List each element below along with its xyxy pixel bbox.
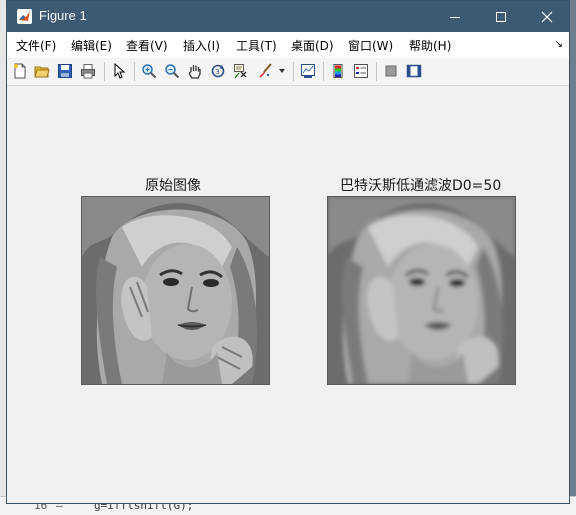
filtered-image[interactable] [327,196,516,385]
menu-insert[interactable]: 插入(I) [183,37,220,54]
close-button[interactable] [524,1,570,32]
data-cursor-button[interactable] [232,62,250,80]
svg-text:3: 3 [215,68,219,76]
link-plot-icon [301,64,315,78]
show-plot-tools-button[interactable] [405,62,423,80]
dock-figure-button[interactable]: ↘ [555,39,563,50]
hide-plot-tools-button[interactable] [382,62,400,80]
window-title: Figure 1 [39,8,87,23]
menu-tools[interactable]: 工具(T) [236,37,277,54]
open-file-button[interactable] [33,62,51,80]
menu-window[interactable]: 窗口(W) [348,37,393,54]
save-button[interactable] [56,62,74,80]
edit-plot-button[interactable] [110,62,128,80]
brush-icon [259,63,272,78]
axes-title-original: 原始图像 [145,178,201,194]
brush-dropdown-button[interactable] [277,62,287,80]
axes-title-filtered: 巴特沃斯低通滤波D0=50 [340,178,502,194]
brush-button[interactable] [256,62,274,80]
menu-edit[interactable]: 编辑(E) [71,37,112,54]
print-button[interactable] [79,62,97,80]
new-figure-button[interactable] [11,62,29,80]
original-image[interactable] [81,196,270,385]
minimize-icon [450,16,460,18]
toolbar-separator [323,62,324,81]
pan-hand-icon [188,65,201,79]
maximize-button[interactable] [478,1,524,32]
save-icon [58,64,72,78]
colorbar-icon [333,64,343,78]
rotate-3d-button[interactable]: 3 [209,62,227,80]
print-icon [81,64,95,79]
open-folder-icon [34,66,50,78]
chevron-down-icon [279,69,285,73]
figure-toolbar: 3 [7,58,569,86]
insert-legend-button[interactable] [352,62,370,80]
pointer-icon [114,63,126,79]
toolbar-separator [104,62,105,81]
insert-colorbar-button[interactable] [329,62,347,80]
toolbar-separator [134,62,135,81]
toolbar-separator [376,62,377,81]
figure-window: Figure 1 文件(F) 编辑(E) 查看(V) 插入(I) 工具(T) 桌… [6,0,570,504]
portrait-image-filtered [328,197,515,384]
portrait-image-original [82,197,269,384]
maximize-icon [496,11,506,22]
minimize-button[interactable] [432,1,478,32]
link-plot-button[interactable] [299,62,317,80]
zoom-out-button[interactable] [163,62,181,80]
hide-plot-tools-icon [385,65,397,77]
show-plot-tools-icon [406,64,422,78]
toolbar-separator [293,62,294,81]
zoom-out-icon [165,64,180,79]
close-icon [541,11,553,22]
zoom-in-button[interactable] [140,62,158,80]
data-cursor-icon [234,64,247,79]
title-bar[interactable]: Figure 1 [7,1,569,32]
figure-canvas[interactable]: 原始图像 巴特沃斯低通滤波D0=50 [7,86,569,503]
pan-button[interactable] [186,62,204,80]
menu-file[interactable]: 文件(F) [16,37,56,54]
menu-bar: 文件(F) 编辑(E) 查看(V) 插入(I) 工具(T) 桌面(D) 窗口(W… [7,32,569,59]
rotate-3d-icon: 3 [211,64,225,78]
new-file-icon [14,63,26,79]
zoom-in-icon [142,64,157,79]
menu-view[interactable]: 查看(V) [126,37,168,54]
matlab-app-icon [17,9,32,24]
menu-desktop[interactable]: 桌面(D) [291,37,334,54]
menu-help[interactable]: 帮助(H) [409,37,451,54]
legend-icon [354,64,368,78]
